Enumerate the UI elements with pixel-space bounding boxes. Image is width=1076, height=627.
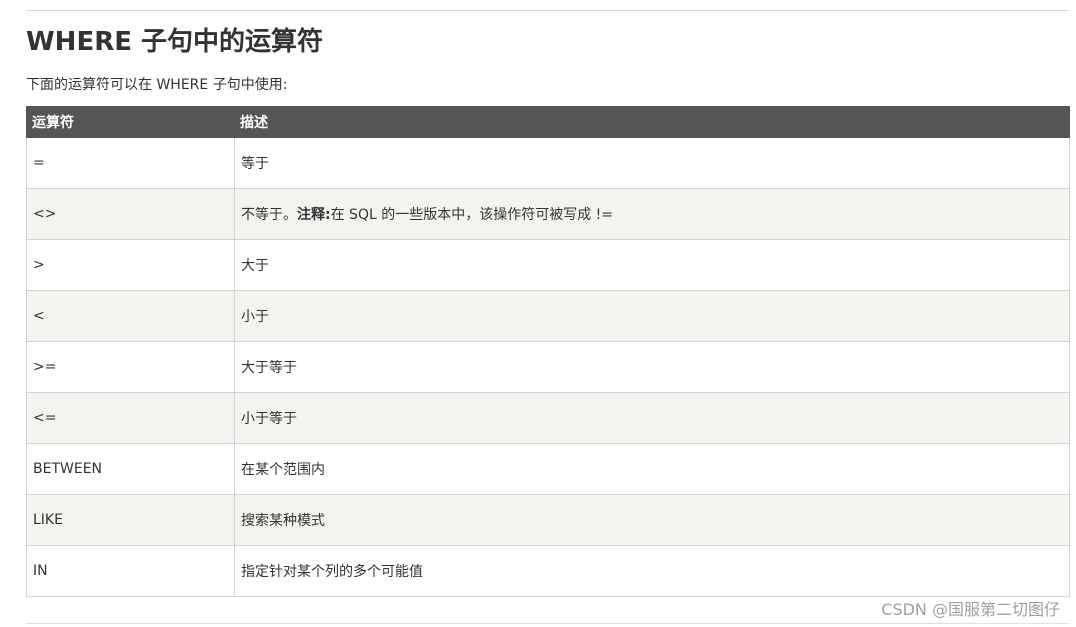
- operator-cell: <=: [26, 392, 235, 444]
- table-row: >= 大于等于: [26, 341, 1070, 393]
- intro-text: 下面的运算符可以在 WHERE 子句中使用:: [26, 77, 288, 93]
- description-cell: 搜索某种模式: [234, 494, 1070, 546]
- table-header-row: 运算符 描述: [26, 106, 1070, 138]
- header-description: 描述: [234, 106, 1070, 138]
- header-operator: 运算符: [26, 106, 235, 138]
- description-cell: 小于等于: [234, 392, 1070, 444]
- operator-cell: =: [26, 137, 235, 189]
- page: WHERE 子句中的运算符 下面的运算符可以在 WHERE 子句中使用: 运算符…: [0, 0, 1076, 627]
- table-row: LIKE 搜索某种模式: [26, 494, 1070, 546]
- operator-cell: LIKE: [26, 494, 235, 546]
- table-row: <> 不等于。注释:在 SQL 的一些版本中，该操作符可被写成 !=: [26, 188, 1070, 240]
- operator-cell: BETWEEN: [26, 443, 235, 495]
- operator-cell: <>: [26, 188, 235, 240]
- operator-cell: >: [26, 239, 235, 291]
- table-row: < 小于: [26, 290, 1070, 342]
- description-note-text: 在 SQL 的一些版本中，该操作符可被写成 !=: [330, 207, 614, 223]
- operator-cell: <: [26, 290, 235, 342]
- table-row: = 等于: [26, 137, 1070, 189]
- operator-cell: >=: [26, 341, 235, 393]
- table-row: BETWEEN 在某个范围内: [26, 443, 1070, 495]
- description-cell: 在某个范围内: [234, 443, 1070, 495]
- description-cell: 大于: [234, 239, 1070, 291]
- operators-table: 运算符 描述 = 等于 <> 不等于。注释:在 SQL 的一些版本中，该操作符可…: [26, 106, 1070, 597]
- note-label: 注释:: [297, 207, 331, 223]
- description-cell: 大于等于: [234, 341, 1070, 393]
- table-row: IN 指定针对某个列的多个可能值: [26, 545, 1070, 597]
- page-title: WHERE 子句中的运算符: [26, 27, 324, 57]
- description-text: 不等于。: [241, 207, 297, 223]
- table-row: > 大于: [26, 239, 1070, 291]
- description-cell: 指定针对某个列的多个可能值: [234, 545, 1070, 597]
- description-cell: 小于: [234, 290, 1070, 342]
- operator-cell: IN: [26, 545, 235, 597]
- top-divider: [26, 10, 1069, 11]
- description-cell: 不等于。注释:在 SQL 的一些版本中，该操作符可被写成 !=: [234, 188, 1070, 240]
- bottom-divider: [26, 623, 1069, 624]
- table-row: <= 小于等于: [26, 392, 1070, 444]
- description-cell: 等于: [234, 137, 1070, 189]
- watermark: CSDN @国服第二切图仔: [881, 600, 1060, 619]
